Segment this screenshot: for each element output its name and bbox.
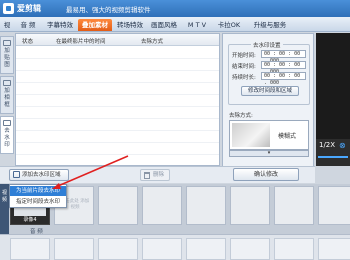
annotation-arrow	[52, 155, 129, 189]
